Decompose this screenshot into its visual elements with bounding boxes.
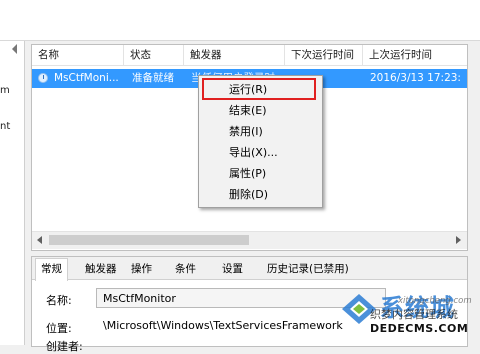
horizontal-scrollbar[interactable] [32, 231, 467, 249]
tab-general[interactable]: 常规 [35, 258, 68, 281]
collapse-arrow-icon[interactable] [12, 44, 17, 54]
top-toolbar-area [0, 0, 480, 41]
left-pane-text-fragment: nt [0, 121, 11, 132]
location-label: 位置: [46, 322, 72, 335]
menu-item-export[interactable]: 导出(X)... [199, 142, 322, 163]
left-pane-text-fragment: m [0, 85, 10, 96]
tab-history[interactable]: 历史记录(已禁用) [262, 259, 354, 279]
column-header-name[interactable]: 名称 [32, 45, 124, 65]
column-header-status[interactable]: 状态 [124, 45, 184, 65]
left-navigation-pane[interactable]: m nt [0, 41, 25, 345]
annotation-highlight-box [202, 78, 316, 100]
menu-item-disable[interactable]: 禁用(I) [199, 121, 322, 142]
column-header-next-run[interactable]: 下次运行时间 [285, 45, 363, 65]
menu-item-properties[interactable]: 属性(P) [199, 163, 322, 184]
column-header-last-run[interactable]: 上次运行时间 [363, 45, 467, 65]
clock-icon [38, 73, 48, 83]
tab-actions[interactable]: 操作 [126, 259, 157, 279]
name-label: 名称: [46, 294, 72, 307]
scroll-right-arrow-icon[interactable] [456, 236, 461, 244]
watermark-domain: DEDECMS.COM [370, 322, 469, 335]
menu-item-delete[interactable]: 删除(D) [199, 184, 322, 205]
column-header-trigger[interactable]: 触发器 [184, 45, 285, 65]
scroll-left-arrow-icon[interactable] [37, 236, 42, 244]
watermark-tagline: 织梦内容管理系统 [370, 308, 458, 321]
task-status-cell: 准备就绪 [132, 72, 174, 84]
task-last-run-cell: 2016/3/13 17:23: [370, 72, 461, 84]
tab-settings[interactable]: 设置 [217, 259, 248, 279]
detail-tab-strip: 常规 触发器 操作 条件 设置 历史记录(已禁用) [32, 257, 467, 281]
menu-item-end[interactable]: 结束(E) [199, 100, 322, 121]
scrollbar-thumb[interactable] [49, 235, 249, 245]
tab-triggers[interactable]: 触发器 [80, 259, 122, 279]
author-label: 创建者: [46, 340, 83, 353]
watermark-site: xitongcheng.com [398, 296, 472, 306]
task-name-cell: MsCtfMoni... [54, 72, 119, 84]
tab-conditions[interactable]: 条件 [170, 259, 201, 279]
